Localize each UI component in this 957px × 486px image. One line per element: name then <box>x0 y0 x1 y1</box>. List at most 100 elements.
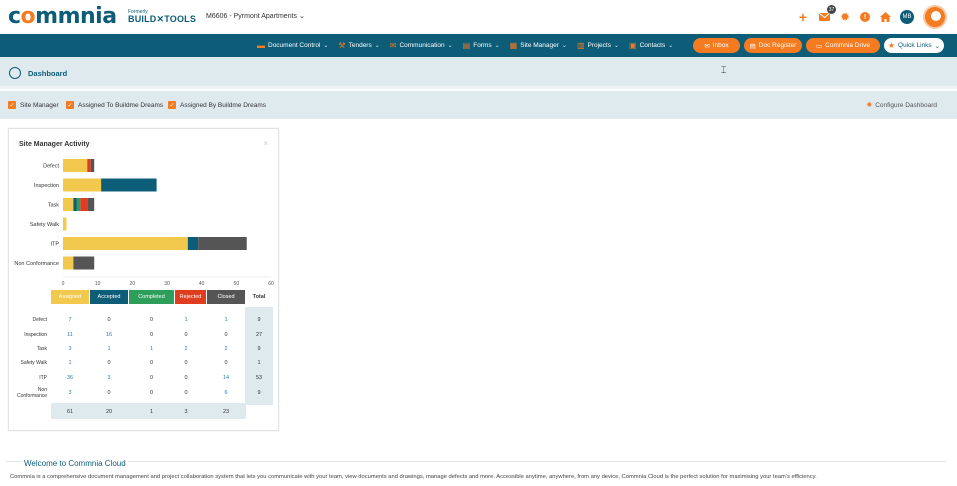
table-cell: 0 <box>184 389 188 396</box>
plus-icon[interactable]: + <box>797 9 809 25</box>
commnia-drive-label: Commnia Drive <box>825 42 870 49</box>
home-icon[interactable] <box>879 11 891 23</box>
row-label: Task <box>36 345 47 352</box>
table-cell: 0 <box>224 359 228 366</box>
bar-segment[interactable] <box>187 237 199 250</box>
sum-row: 61 20 1 3 23 <box>9 404 280 419</box>
col-header-completed[interactable]: Completed <box>129 290 174 304</box>
dashboard-icon <box>9 67 21 79</box>
site-manager-activity-widget: Site Manager Activity × Defect Inspection… <box>8 128 279 431</box>
table-row: Non Conformance 3 0 0 0 6 9 <box>9 385 280 400</box>
table-cell[interactable]: 3 <box>51 390 89 396</box>
star-icon: ★ <box>887 41 896 50</box>
bar-segment[interactable] <box>63 178 102 192</box>
table-cell[interactable]: 1 <box>207 317 245 323</box>
nav-communication[interactable]: ✉ Communication ⌄ <box>390 41 453 50</box>
col-header-closed[interactable]: Closed <box>207 290 245 304</box>
table-cell[interactable]: 7 <box>51 317 89 323</box>
bar-segment[interactable] <box>101 178 157 192</box>
chevron-down-icon: ⌄ <box>323 43 329 49</box>
table-cell[interactable]: 1 <box>167 317 205 323</box>
nav-contacts[interactable]: ▣ Contacts ⌄ <box>629 41 673 50</box>
table-row: ITP 36 3 0 0 14 53 <box>9 370 280 385</box>
alert-icon[interactable]: ! <box>860 12 870 22</box>
chevron-down-icon: ⌄ <box>447 43 453 49</box>
filter-site-manager[interactable]: ✓ Site Manager <box>8 101 59 109</box>
row-label: Defect <box>32 316 47 323</box>
table-cell[interactable]: 16 <box>90 332 128 338</box>
mail-badge: 37 <box>827 5 836 14</box>
filter-assigned-to[interactable]: ✓ Assigned To Buildme Dreams <box>66 101 163 109</box>
hammer-icon: ⚒ <box>338 41 346 50</box>
filter-label: Assigned To Buildme Dreams <box>78 101 164 109</box>
x-tick-label: 10 <box>95 281 101 287</box>
col-header-accepted[interactable]: Accepted <box>90 290 128 304</box>
inbox-label: Inbox <box>712 42 729 49</box>
bar-segment[interactable] <box>80 198 88 211</box>
table-cell[interactable]: 1 <box>90 346 128 352</box>
user-avatar[interactable] <box>923 5 947 29</box>
nav-document-control[interactable]: ▬ Document Control ⌄ <box>257 41 328 50</box>
doc-register-button[interactable]: ▤ Doc Register <box>744 38 802 53</box>
bar-segment[interactable] <box>198 237 247 250</box>
nav-tenders[interactable]: ⚒ Tenders ⌄ <box>338 41 379 50</box>
nav-projects[interactable]: ▥ Projects ⌄ <box>577 41 619 50</box>
project-selector[interactable]: M6606 - Pyrmont Apartments ⌄ <box>206 12 305 20</box>
quick-links-button[interactable]: ★ Quick Links ⌄ <box>884 38 944 53</box>
table-row: Task 3 1 1 2 2 9 <box>9 341 280 356</box>
table-cell: 0 <box>107 316 111 323</box>
nav-label: Tenders <box>348 42 372 49</box>
bar-segment[interactable] <box>76 198 81 211</box>
table-row: Inspection 11 16 0 0 0 27 <box>9 327 280 342</box>
table-cell[interactable]: 2 <box>167 346 205 352</box>
table-cell[interactable]: 14 <box>207 375 245 381</box>
bar-segment[interactable] <box>63 256 74 270</box>
row-label: Non Conformance <box>16 386 47 399</box>
bar-segment[interactable] <box>63 217 67 231</box>
filter-assigned-by[interactable]: ✓ Assigned By Buildme Dreams <box>168 101 266 109</box>
col-header-assigned[interactable]: Assigned <box>51 290 89 304</box>
bar-segment[interactable] <box>63 198 74 211</box>
chevron-down-icon: ⌄ <box>561 43 567 49</box>
table-cell[interactable]: 2 <box>207 346 245 352</box>
col-header-total: Total <box>252 294 266 300</box>
mail-icon[interactable]: 37 <box>818 5 836 23</box>
user-initials-avatar[interactable]: MB <box>900 10 914 24</box>
configure-dashboard-link[interactable]: ✹ Configure Dashboard <box>866 101 937 110</box>
table-cell: 0 <box>224 331 228 338</box>
inbox-icon: ✉ <box>704 42 710 50</box>
filter-bar: ✓ Site Manager ✓ Assigned To Buildme Dream… <box>0 91 957 119</box>
table-cell[interactable]: 6 <box>207 390 245 396</box>
col-header-rejected[interactable]: Rejected <box>175 290 206 304</box>
row-label: ITP <box>39 374 47 381</box>
bar-segment[interactable] <box>87 198 95 211</box>
x-tick-label: 20 <box>130 281 136 287</box>
bar-segment[interactable] <box>63 159 88 172</box>
register-icon: ▤ <box>749 42 756 50</box>
table-cell[interactable]: 1 <box>51 360 89 366</box>
bar-segment[interactable] <box>87 159 91 172</box>
buildtools-logo: BUILD✕TOOLS <box>128 14 197 24</box>
commnia-logo[interactable]: commnia <box>8 6 117 28</box>
category-label: ITP <box>50 242 59 248</box>
category-label: Safety Walk <box>30 222 59 228</box>
inbox-button[interactable]: ✉ Inbox <box>693 38 740 53</box>
bar-segment[interactable] <box>73 198 77 211</box>
nav-forms[interactable]: ▤ Forms ⌄ <box>463 41 500 50</box>
bar-segment[interactable] <box>90 159 95 172</box>
nav-label: Projects <box>587 42 611 49</box>
commnia-drive-button[interactable]: ▭ Commnia Drive <box>806 38 880 53</box>
table-cell[interactable]: 3 <box>90 375 128 381</box>
nav-site-manager[interactable]: ▦ Site Manager ⌄ <box>510 41 567 50</box>
gear-icon[interactable]: ✹ <box>839 10 851 24</box>
welcome-text: Commnia is a comprehensive document mana… <box>10 474 817 480</box>
bar-segment[interactable] <box>63 237 188 250</box>
page-title: Dashboard <box>28 69 68 78</box>
checkbox-checked-icon: ✓ <box>168 101 176 109</box>
table-cell[interactable]: 11 <box>51 332 89 338</box>
drive-icon: ▭ <box>816 42 823 50</box>
table-cell[interactable]: 36 <box>51 375 89 381</box>
category-label: Non Conformance <box>14 261 59 267</box>
table-cell[interactable]: 3 <box>51 346 89 352</box>
bar-segment[interactable] <box>73 256 95 270</box>
